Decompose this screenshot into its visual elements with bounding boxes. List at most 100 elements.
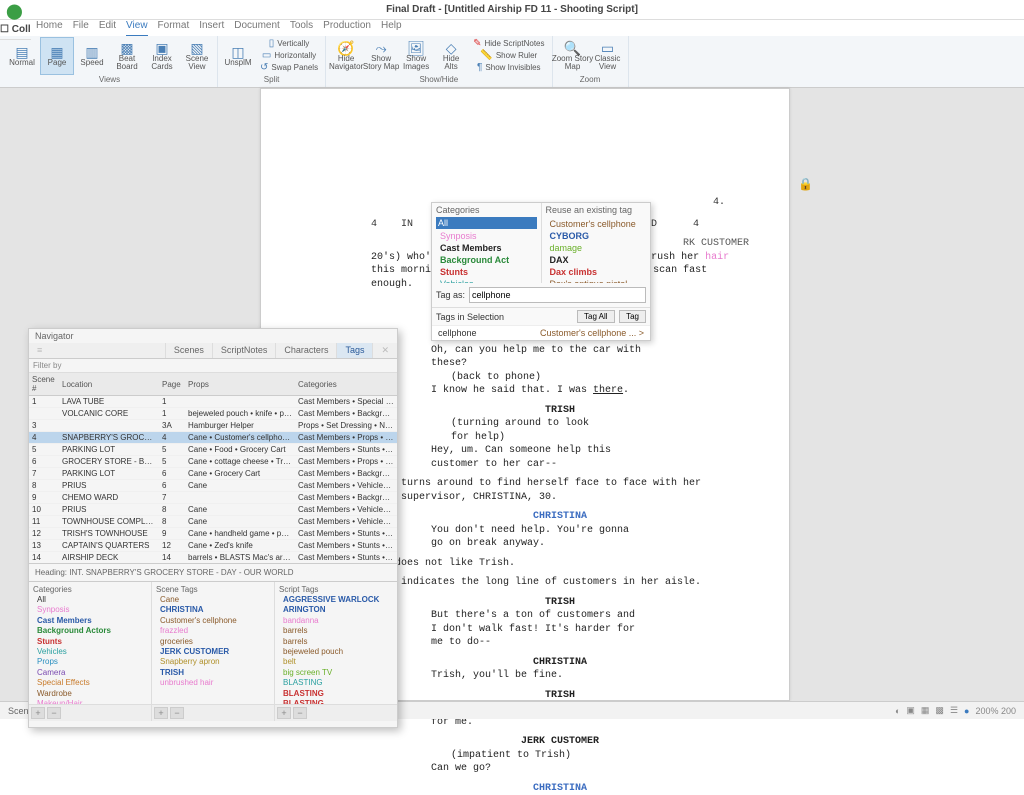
show-ruler-button[interactable]: 📏Show Ruler xyxy=(469,50,548,62)
remove-button[interactable]: − xyxy=(170,707,184,719)
tab-tags[interactable]: Tags xyxy=(336,343,372,358)
table-row[interactable]: 6GROCERY STORE - BACK O...5Cane • cottag… xyxy=(29,456,397,468)
page-icon[interactable]: ▣ xyxy=(906,705,915,716)
list-item[interactable]: CHRISTINA xyxy=(158,605,268,615)
list-item[interactable]: Camera xyxy=(35,668,145,678)
table-row[interactable]: 13CAPTAIN'S QUARTERS12Cane • Zed's knife… xyxy=(29,540,397,552)
list-item[interactable]: Dax climbs xyxy=(548,266,645,278)
list-item[interactable]: Props xyxy=(35,657,145,667)
table-row[interactable]: 8PRIUS6CaneCast Members • Vehicles • Pro xyxy=(29,480,397,492)
beat-board-button[interactable]: ▩Beat Board xyxy=(110,37,144,75)
tag-all-button[interactable]: Tag All xyxy=(577,310,615,323)
th-props[interactable]: Props xyxy=(185,373,295,396)
table-row[interactable]: VOLCANIC CORE1bejeweled pouch • knife • … xyxy=(29,408,397,420)
list-item[interactable]: Background Actors xyxy=(35,626,145,636)
add-button[interactable]: + xyxy=(31,707,45,719)
list-item[interactable]: CYBORG xyxy=(548,230,645,242)
tab-characters[interactable]: Characters xyxy=(275,343,336,358)
list-item[interactable]: Synposis xyxy=(35,605,145,615)
table-row[interactable]: 33AHamburger HelperProps • Set Dressing … xyxy=(29,420,397,432)
hide-alts-button[interactable]: ◇Hide Alts xyxy=(434,37,468,75)
list-item[interactable]: belt xyxy=(281,657,391,667)
list-item[interactable]: Dax's antique pistol xyxy=(548,278,645,283)
nav-table[interactable]: Scene # Location Page Props Categories 1… xyxy=(29,373,397,563)
list-item[interactable]: DAX xyxy=(548,254,645,266)
list-item[interactable]: All xyxy=(35,595,145,605)
list-item[interactable]: frazzled xyxy=(158,626,268,636)
show-story-map-button[interactable]: ⤳Show Story Map xyxy=(364,37,398,75)
remove-button[interactable]: − xyxy=(47,707,61,719)
menu-insert[interactable]: Insert xyxy=(199,20,224,36)
list-item[interactable]: barrels xyxy=(281,637,391,647)
table-row[interactable]: 11TOWNHOUSE COMPLEX8CaneCast Members • V… xyxy=(29,516,397,528)
page-view-button[interactable]: ▦Page xyxy=(40,37,74,75)
list-item[interactable]: Wardrobe xyxy=(35,689,145,699)
menu-tools[interactable]: Tools xyxy=(290,20,313,36)
list-item[interactable]: ARINGTON xyxy=(281,605,391,615)
list-item[interactable]: Vehicles xyxy=(438,278,535,283)
list-item[interactable]: Stunts xyxy=(438,266,535,278)
table-row[interactable]: 7PARKING LOT6Cane • Grocery CartCast Mem… xyxy=(29,468,397,480)
list-item[interactable]: Background Act xyxy=(438,254,535,266)
th-page[interactable]: Page xyxy=(159,373,185,396)
categories-column[interactable]: Categories AllSynposisCast MembersBackgr… xyxy=(29,582,152,721)
list-item[interactable]: Stunts xyxy=(35,637,145,647)
menu-file[interactable]: File xyxy=(73,20,89,36)
tag-info-right[interactable]: Customer's cellphone ... > xyxy=(540,328,644,338)
menu-production[interactable]: Production xyxy=(323,20,371,36)
tag-as-input[interactable] xyxy=(469,287,646,303)
hide-navigator-button[interactable]: 🧭Hide Navigator xyxy=(329,37,363,75)
navigator-panel[interactable]: Navigator ≡ Scenes ScriptNotes Character… xyxy=(28,328,398,728)
table-row[interactable]: 12TRISH'S TOWNHOUSE9Cane • handheld game… xyxy=(29,528,397,540)
classic-view-button[interactable]: ▭Classic View xyxy=(591,37,625,75)
reuse-tag-column[interactable]: Reuse an existing tag Customer's cellpho… xyxy=(542,203,651,283)
th-categories[interactable]: Categories xyxy=(295,373,397,396)
index-cards-button[interactable]: ▣Index Cards xyxy=(145,37,179,75)
list-item[interactable]: BLASTING xyxy=(281,678,391,688)
view-icon-1[interactable]: ▦ xyxy=(921,705,930,716)
table-row[interactable]: 14AIRSHIP DECK14barrels • BLASTS Mac's a… xyxy=(29,552,397,564)
unsplit-button[interactable]: ◫UnsplM xyxy=(221,37,255,75)
list-item[interactable]: barrels xyxy=(281,626,391,636)
show-images-button[interactable]: 🖼Show Images xyxy=(399,37,433,75)
table-row[interactable]: 9CHEMO WARD7Cast Members • Background A xyxy=(29,492,397,504)
zoom-value[interactable]: 200% 200 xyxy=(975,706,1016,716)
list-item[interactable]: unbrushed hair xyxy=(158,678,268,688)
list-item[interactable]: AGGRESSIVE WARLOCK xyxy=(281,595,391,605)
list-item[interactable]: Synposis xyxy=(438,230,535,242)
close-icon[interactable]: ✕ xyxy=(372,343,397,358)
list-item[interactable]: Cane xyxy=(158,595,268,605)
list-item[interactable]: Customer's cellphone xyxy=(158,616,268,626)
tab-scriptnotes[interactable]: ScriptNotes xyxy=(212,343,276,358)
list-item[interactable]: Customer's cellphone xyxy=(548,218,645,230)
category-all[interactable]: All xyxy=(436,217,537,229)
menu-edit[interactable]: Edit xyxy=(99,20,116,36)
menu-view[interactable]: View xyxy=(126,20,148,36)
split-horizontally-button[interactable]: ▭Horizontally xyxy=(256,50,322,62)
list-item[interactable]: BLASTING xyxy=(281,689,391,699)
list-item[interactable]: damage xyxy=(548,242,645,254)
view-icon-3[interactable]: ☰ xyxy=(950,705,958,716)
speed-view-button[interactable]: ▥Speed xyxy=(75,37,109,75)
list-item[interactable]: Vehicles xyxy=(35,647,145,657)
night-mode-icon[interactable]: ◐ xyxy=(895,706,900,716)
table-row[interactable]: 5PARKING LOT5Cane • Food • Grocery CartC… xyxy=(29,444,397,456)
menu-help[interactable]: Help xyxy=(381,20,402,36)
tag-button[interactable]: Tag xyxy=(619,310,646,323)
list-item[interactable]: JERK CUSTOMER xyxy=(158,647,268,657)
view-icon-2[interactable]: ▩ xyxy=(935,705,944,716)
list-item[interactable]: bejeweled pouch xyxy=(281,647,391,657)
add-button[interactable]: + xyxy=(154,707,168,719)
add-button[interactable]: + xyxy=(277,707,291,719)
table-row[interactable]: 10PRIUS8CaneCast Members • Vehicles • Pr… xyxy=(29,504,397,516)
filter-by-label[interactable]: Filter by xyxy=(29,359,397,373)
tag-panel[interactable]: Categories All SynposisCast MembersBackg… xyxy=(431,202,651,341)
th-scene[interactable]: Scene # xyxy=(29,373,59,396)
remove-button[interactable]: − xyxy=(293,707,307,719)
scene-view-button[interactable]: ▧Scene View xyxy=(180,37,214,75)
table-row[interactable]: 4SNAPBERRY'S GROCERY ST...4Cane • Custom… xyxy=(29,432,397,444)
list-item[interactable]: bandanna xyxy=(281,616,391,626)
script-tags-column[interactable]: Script Tags AGGRESSIVE WARLOCKARINGTONba… xyxy=(275,582,397,721)
menu-home[interactable]: Home xyxy=(36,20,63,36)
table-row[interactable]: 1LAVA TUBE1Cast Members • Special Effect xyxy=(29,396,397,408)
